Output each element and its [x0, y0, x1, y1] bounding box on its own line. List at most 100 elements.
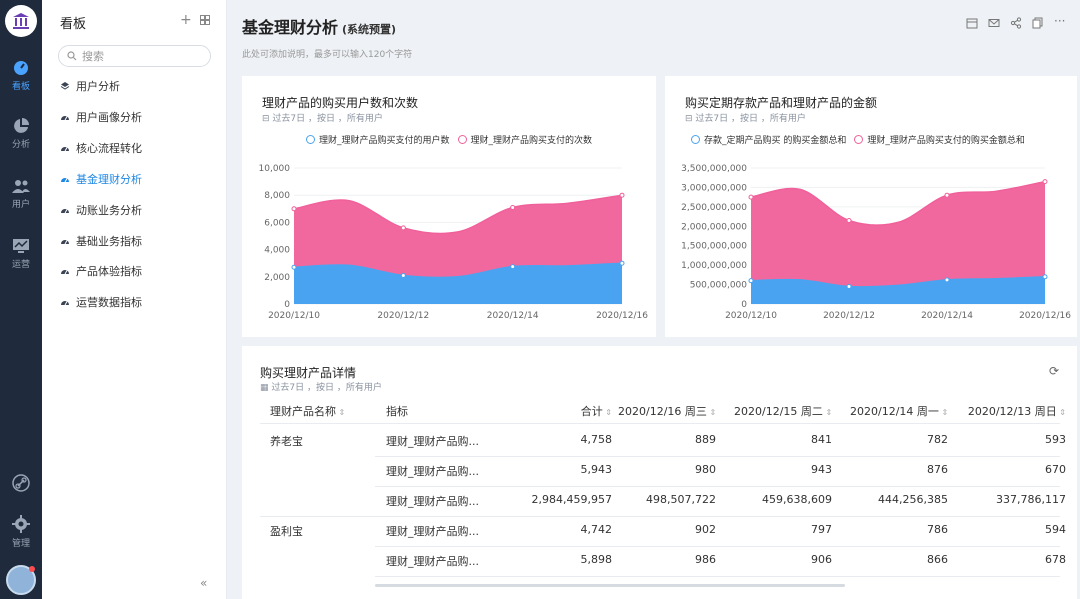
sort-icon[interactable]: ⇕	[336, 408, 346, 417]
table-cell: 943	[811, 463, 832, 476]
data-point[interactable]	[944, 192, 950, 198]
avatar[interactable]	[6, 565, 36, 595]
x-tick-label: 2020/12/16	[1019, 311, 1071, 321]
sort-icon[interactable]: ⇕	[823, 408, 832, 417]
board-item[interactable]: 用户画像分析	[60, 108, 142, 126]
main-content: 基金理财分析 (系统预置) 此处可添加说明，最多可以输入120个字符 ··· 理财…	[227, 0, 1080, 599]
board-item[interactable]: 产品体验指标	[60, 262, 142, 280]
board-item[interactable]: 动账业务分析	[60, 201, 142, 219]
data-point[interactable]	[510, 264, 516, 270]
sort-icon[interactable]: ⇕	[707, 408, 716, 417]
table-cell[interactable]: 理财_理财产品购...	[386, 433, 486, 449]
y-tick-label: 2,500,000,000	[681, 203, 747, 213]
calendar-icon[interactable]	[966, 17, 978, 29]
data-point[interactable]	[846, 217, 852, 223]
column-header-label: 指标	[386, 405, 408, 418]
data-point[interactable]	[846, 284, 852, 290]
y-tick-label: 8,000	[264, 191, 290, 201]
board-item[interactable]: 运营数据指标	[60, 293, 142, 311]
data-point[interactable]	[400, 272, 406, 278]
y-tick-label: 2,000,000,000	[681, 222, 747, 232]
app-logo-icon[interactable]	[5, 5, 37, 37]
board-item[interactable]: 基础业务指标	[60, 232, 142, 250]
share-icon[interactable]	[1010, 17, 1022, 29]
board-item[interactable]: 核心流程转化	[60, 139, 142, 157]
table-cell: 980	[695, 463, 716, 476]
table-cell[interactable]: 理财_理财产品购...	[386, 463, 486, 479]
table-cell: 5,943	[580, 463, 613, 476]
x-tick-label: 2020/12/14	[487, 311, 539, 321]
board-item-label: 基金理财分析	[76, 173, 142, 186]
data-point[interactable]	[1042, 179, 1048, 185]
speedometer-icon	[61, 270, 69, 275]
rail-item-link[interactable]	[0, 474, 42, 495]
search-input[interactable]: 搜索	[58, 45, 211, 67]
page-title-text: 基金理财分析	[242, 18, 339, 37]
y-tick-label: 1,500,000,000	[681, 242, 747, 252]
column-header[interactable]: 指标	[386, 403, 486, 419]
table-cell: 593	[1045, 433, 1066, 446]
rail-item-operations[interactable]: 运营	[0, 238, 42, 270]
column-header-label: 2020/12/15 周二	[734, 405, 823, 418]
rail-label: 管理	[11, 539, 30, 549]
rail-item-users[interactable]: 用户	[0, 178, 42, 210]
table-cell[interactable]: 理财_理财产品购...	[386, 493, 486, 509]
rail-item-dashboard[interactable]: 看板	[0, 60, 42, 92]
y-tick-label: 6,000	[264, 218, 290, 228]
sort-icon[interactable]: ⇕	[939, 408, 948, 417]
copy-icon[interactable]	[1032, 17, 1044, 29]
board-item[interactable]: 基金理财分析	[60, 170, 142, 188]
more-icon[interactable]: ···	[1054, 15, 1068, 29]
data-point[interactable]	[619, 260, 625, 266]
grid-icon[interactable]	[200, 15, 210, 28]
rail-item-analysis[interactable]: 分析	[0, 118, 42, 150]
data-point[interactable]	[619, 192, 625, 198]
gear-icon	[12, 515, 30, 533]
column-header-label: 2020/12/13 周日	[967, 405, 1057, 418]
horizontal-scrollbar[interactable]	[375, 584, 845, 587]
rail-label: 看板	[11, 82, 30, 92]
data-point[interactable]	[748, 194, 754, 200]
column-header[interactable]: 2020/12/13 周日 ⇕	[966, 403, 1066, 419]
board-item-label: 运营数据指标	[76, 296, 142, 309]
page-description[interactable]: 此处可添加说明，最多可以输入120个字符	[242, 47, 412, 60]
board-item[interactable]: 用户分析	[60, 77, 120, 95]
data-point[interactable]	[291, 264, 297, 270]
speedometer-icon	[61, 301, 69, 306]
board-item-label: 基础业务指标	[76, 235, 142, 248]
column-header[interactable]: 2020/12/14 周一 ⇕	[850, 403, 948, 419]
add-board-icon[interactable]: +	[180, 12, 192, 28]
page-title: 基金理财分析 (系统预置)	[242, 14, 396, 38]
rail-item-manage[interactable]: 管理	[0, 515, 42, 549]
refresh-icon[interactable]: ⟳	[1049, 364, 1059, 378]
table-cell[interactable]: 理财_理财产品购...	[386, 523, 486, 539]
column-header[interactable]: 合计 ⇕	[502, 403, 612, 419]
column-header-label: 2020/12/14 周一	[850, 405, 939, 418]
sort-icon[interactable]: ⇕	[1057, 408, 1066, 417]
row-divider	[375, 486, 1060, 487]
column-header-label: 合计	[580, 405, 603, 418]
column-header[interactable]: 2020/12/15 周二 ⇕	[734, 403, 832, 419]
dashboard-icon	[14, 61, 28, 75]
table-cell: 866	[927, 553, 948, 566]
column-header[interactable]: 理财产品名称 ⇕	[270, 403, 355, 419]
collapse-panel-icon[interactable]: «	[200, 576, 207, 590]
rail-label: 分析	[11, 140, 30, 150]
column-header[interactable]: 2020/12/16 周三 ⇕	[618, 403, 716, 419]
table-cell: 786	[927, 523, 948, 536]
panel-title: 看板	[60, 17, 87, 32]
data-point[interactable]	[510, 204, 516, 210]
mail-icon[interactable]	[988, 17, 1000, 29]
data-point[interactable]	[400, 225, 406, 231]
sort-icon[interactable]: ⇕	[603, 408, 612, 417]
table-cell: 889	[695, 433, 716, 446]
data-point[interactable]	[748, 278, 754, 284]
data-point[interactable]	[1042, 274, 1048, 280]
table-cell: 4,742	[580, 523, 613, 536]
table-cell[interactable]: 理财_理财产品购...	[386, 553, 486, 569]
data-point[interactable]	[944, 277, 950, 283]
table-cell: 902	[695, 523, 716, 536]
table-cell: 337,786,117	[996, 493, 1066, 506]
data-point[interactable]	[291, 206, 297, 212]
table-cell: 678	[1045, 553, 1066, 566]
